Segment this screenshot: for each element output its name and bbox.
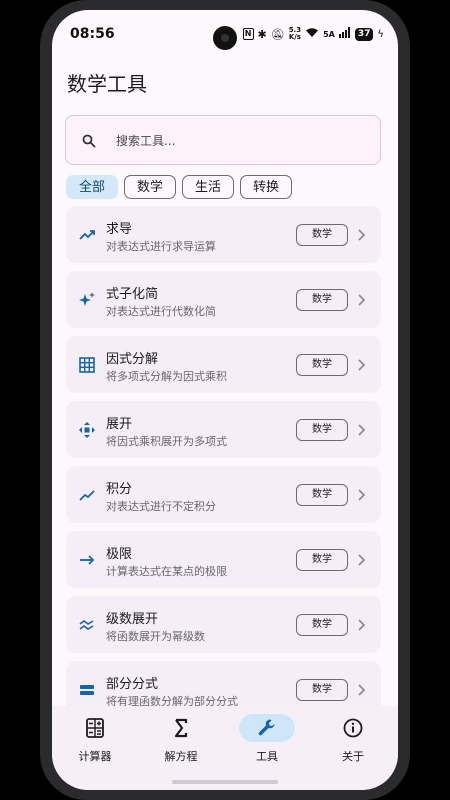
tool-tag: 数学 [296,614,348,636]
nfc-icon: N [242,28,254,40]
chevron-right-icon [356,617,366,636]
signal-icon [338,27,351,41]
tool-card-expand[interactable]: 展开 将因式乘积展开为多项式 数学 [66,401,381,458]
tool-title: 极限 [106,547,133,562]
series-icon [78,616,96,634]
app-screen: 08:56 N ✱ 🔕︎ 5.3 K/s 5A 37 ϟ 数学工具 搜索工具..… [52,10,398,790]
tool-card-derivative[interactable]: 求导 对表达式进行求导运算 数学 [66,206,381,263]
expand-arrows-icon [78,421,96,439]
wifi-icon [305,27,319,41]
chip-math[interactable]: 数学 [124,175,177,199]
battery-level: 37 [354,27,374,41]
gesture-handle[interactable] [172,780,278,784]
search-input[interactable] [114,128,368,154]
tool-tag: 数学 [296,224,348,246]
tool-card-partial-fraction[interactable]: 部分分式 将有理函数分解为部分分式 数学 [66,661,381,706]
search-bar[interactable] [65,115,381,165]
chevron-right-icon [356,357,366,376]
status-time: 08:56 [70,26,115,42]
chevron-right-icon [356,487,366,506]
calculator-icon [83,718,107,738]
page-title: 数学工具 [67,72,147,96]
tool-card-factor[interactable]: 因式分解 将多项式分解为因式乘积 数学 [66,336,381,393]
tool-card-simplify[interactable]: 式子化简 对表达式进行代数化简 数学 [66,271,381,328]
tool-title: 级数展开 [106,612,159,627]
tool-tag: 数学 [296,354,348,376]
tool-title: 因式分解 [106,352,159,367]
tool-title: 积分 [106,482,133,497]
tool-desc: 将因式乘积展开为多项式 [106,435,227,448]
tool-card-limit[interactable]: 极限 计算表达式在某点的极限 数学 [66,531,381,588]
status-icons: N ✱ 🔕︎ 5.3 K/s 5A 37 ϟ [242,26,384,41]
tool-desc: 对表达式进行求导运算 [106,240,216,253]
tool-title: 式子化简 [106,287,159,302]
chevron-right-icon [356,227,366,246]
bluetooth-icon: ✱ [257,27,267,41]
chevron-right-icon [356,552,366,571]
tool-desc: 对表达式进行不定积分 [106,500,216,513]
network-type: 5A [323,29,335,39]
tool-title: 展开 [106,417,133,432]
arrow-right-icon [78,551,96,569]
nav-label: 解方程 [164,750,198,763]
phone-frame: 08:56 N ✱ 🔕︎ 5.3 K/s 5A 37 ϟ 数学工具 搜索工具..… [40,0,410,800]
nav-about[interactable]: 关于 [310,714,396,764]
camera-cutout [213,26,237,50]
tool-desc: 将有理函数分解为部分分式 [106,695,238,706]
tool-title: 部分分式 [106,677,159,692]
bottom-navigation: 计算器 解方程 工具 关于 [52,706,398,790]
status-bar: 08:56 N ✱ 🔕︎ 5.3 K/s 5A 37 ϟ [52,10,398,54]
chip-convert[interactable]: 转换 [240,175,293,199]
sigma-icon [169,718,193,738]
net-speed: 5.3 K/s [288,26,302,41]
tool-title: 求导 [106,222,133,237]
tool-desc: 对表达式进行代数化简 [106,305,216,318]
tool-desc: 将函数展开为幂级数 [106,630,205,643]
chip-all[interactable]: 全部 [66,175,119,199]
trending-up-icon [78,226,96,244]
nav-label: 关于 [342,750,364,763]
wrench-icon [255,718,279,738]
nav-label: 计算器 [78,750,112,763]
info-icon [341,718,365,738]
integral-curve-icon [78,486,96,504]
tool-tag: 数学 [296,549,348,571]
tool-card-integral[interactable]: 积分 对表达式进行不定积分 数学 [66,466,381,523]
nav-label: 工具 [256,750,278,763]
category-chips: 全部 数学 生活 转换 [66,175,293,199]
chevron-right-icon [356,422,366,441]
tool-tag: 数学 [296,484,348,506]
tool-tag: 数学 [296,419,348,441]
grid-icon [78,356,96,374]
fraction-icon [78,681,96,699]
search-icon [82,133,96,152]
nav-tools[interactable]: 工具 [224,714,310,764]
mute-icon: 🔕︎ [270,27,285,41]
chip-life[interactable]: 生活 [182,175,235,199]
tool-tag: 数学 [296,289,348,311]
chevron-right-icon [356,682,366,701]
chevron-right-icon [356,292,366,311]
tool-card-series[interactable]: 级数展开 将函数展开为幂级数 数学 [66,596,381,653]
nav-calculator[interactable]: 计算器 [52,714,138,764]
tool-tag: 数学 [296,679,348,701]
tool-desc: 计算表达式在某点的极限 [106,565,227,578]
tool-list: 求导 对表达式进行求导运算 数学 式子化简 对表达式进行代数化简 数学 因式分解… [66,206,381,706]
tool-desc: 将多项式分解为因式乘积 [106,370,227,383]
sparkle-icon [78,291,96,309]
nav-solve-equation[interactable]: 解方程 [138,714,224,764]
charging-icon: ϟ [377,28,384,40]
